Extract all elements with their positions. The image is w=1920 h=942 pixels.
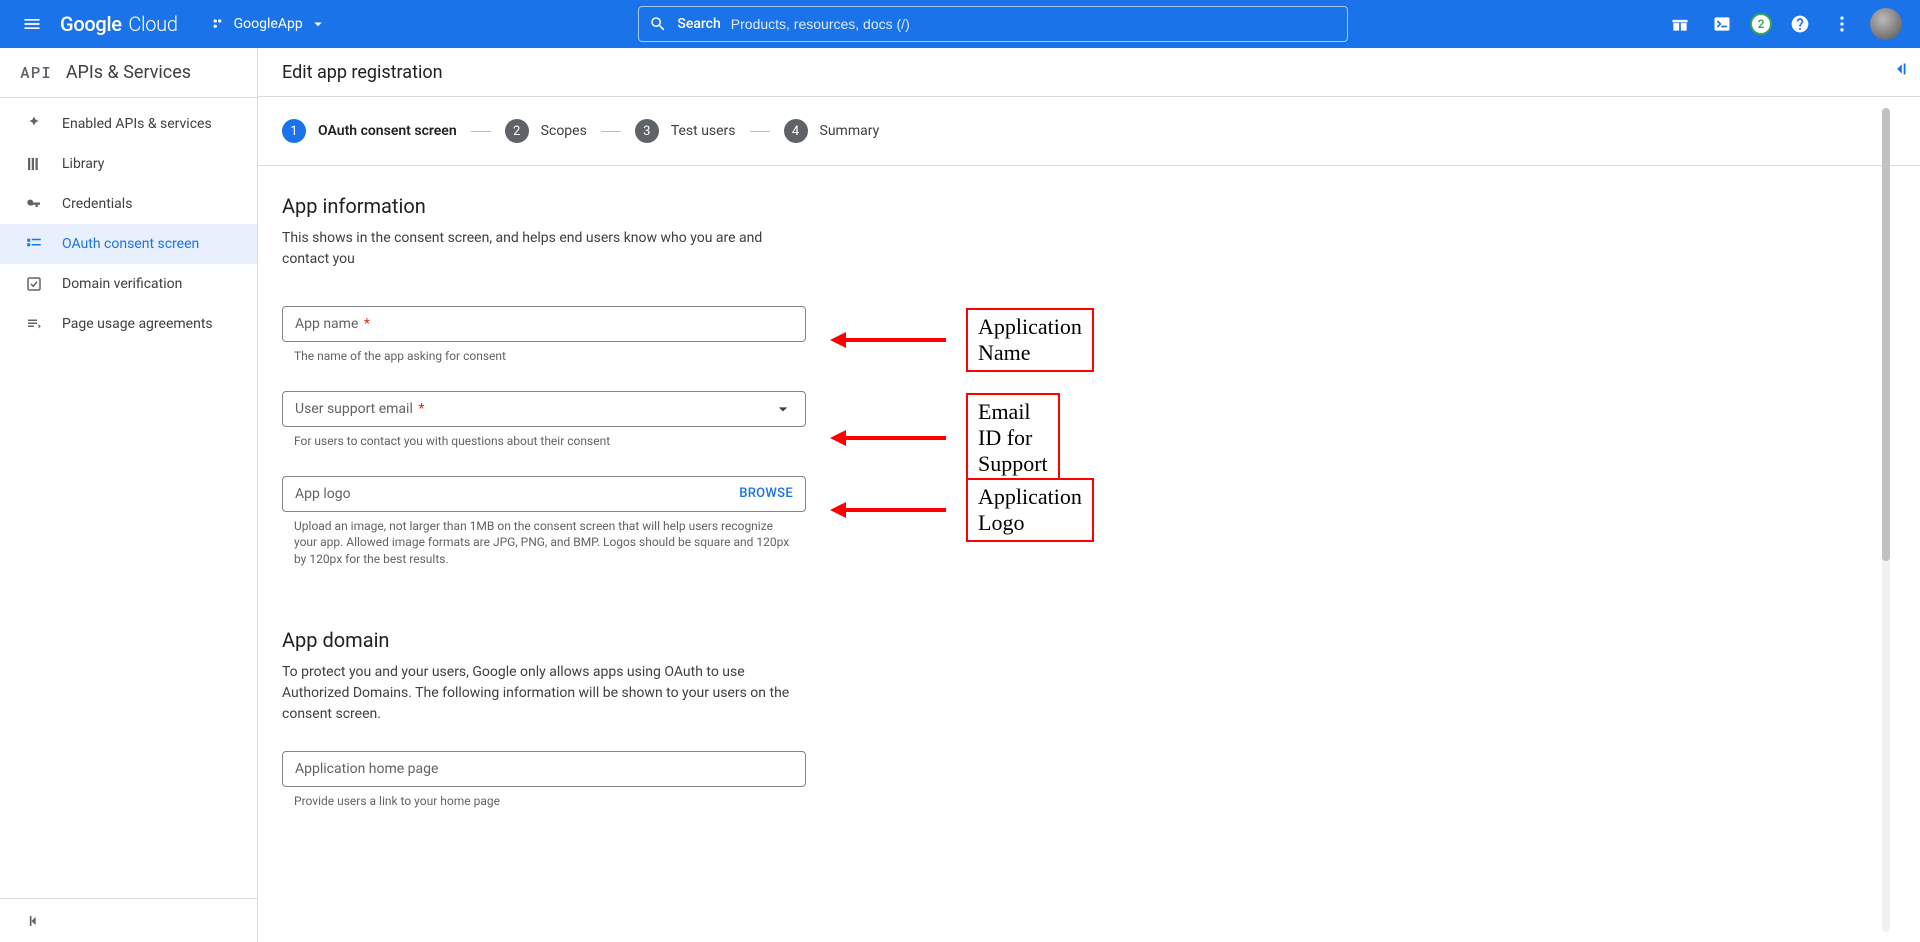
- step-number: 4: [784, 119, 808, 143]
- app-domain-desc: To protect you and your users, Google on…: [282, 662, 792, 725]
- step-summary[interactable]: 4 Summary: [784, 119, 880, 143]
- sidebar-item-library[interactable]: Library: [0, 144, 257, 184]
- browse-button[interactable]: BROWSE: [739, 486, 793, 501]
- sidebar-header: API APIs & Services: [0, 48, 257, 98]
- sidebar-collapse[interactable]: [0, 898, 257, 942]
- sidebar-item-label: Page usage agreements: [62, 316, 213, 332]
- step-number: 2: [505, 119, 529, 143]
- step-number: 1: [282, 119, 306, 143]
- key-icon: [25, 195, 43, 213]
- notifications-badge[interactable]: 2: [1750, 13, 1772, 35]
- step-label: OAuth consent screen: [318, 123, 457, 139]
- app-logo-label: App logo: [295, 486, 739, 502]
- dropdown-icon: [309, 15, 327, 33]
- scrollbar-thumb[interactable]: [1882, 108, 1890, 561]
- app-name-label: App name: [295, 316, 358, 332]
- stepper: 1 OAuth consent screen 2 Scopes 3 Test u…: [258, 97, 1920, 166]
- annotation-support-email: Email ID for Support: [966, 393, 1060, 483]
- logo-text-cloud: Cloud: [128, 12, 177, 36]
- step-separator: [471, 131, 491, 132]
- sidebar-item-label: Library: [62, 156, 104, 172]
- project-picker[interactable]: GoogleApp: [204, 11, 333, 37]
- page-title: Edit app registration: [282, 62, 443, 83]
- gcloud-logo[interactable]: Google Cloud: [60, 12, 178, 36]
- sidebar-item-credentials[interactable]: Credentials: [0, 184, 257, 224]
- help-icon: [1790, 14, 1810, 34]
- agreements-icon: [25, 315, 43, 333]
- sidebar: API APIs & Services Enabled APIs & servi…: [0, 48, 258, 942]
- support-email-select[interactable]: User support email *: [282, 391, 806, 427]
- gift-button[interactable]: [1666, 10, 1694, 38]
- annotation-app-name: Application Name: [966, 308, 1094, 372]
- annotation-arrow: [830, 502, 946, 518]
- cloud-shell-icon: [1712, 14, 1732, 34]
- support-email-help: For users to contact you with questions …: [282, 433, 792, 450]
- sidebar-item-label: Enabled APIs & services: [62, 116, 212, 132]
- step-scopes[interactable]: 2 Scopes: [505, 119, 587, 143]
- chevron-left-bar-icon: [1889, 58, 1911, 80]
- sidebar-item-enabled-apis[interactable]: Enabled APIs & services: [0, 104, 257, 144]
- step-test-users[interactable]: 3 Test users: [635, 119, 736, 143]
- panel-collapse-right[interactable]: [1880, 58, 1920, 80]
- app-logo-help: Upload an image, not larger than 1MB on …: [282, 518, 792, 568]
- menu-button[interactable]: [12, 4, 52, 44]
- step-separator: [750, 131, 770, 132]
- search-icon: [649, 15, 667, 33]
- support-email-label: User support email: [295, 401, 413, 417]
- sidebar-title: APIs & Services: [66, 62, 191, 83]
- step-oauth-consent[interactable]: 1 OAuth consent screen: [282, 119, 457, 143]
- dropdown-icon: [773, 399, 793, 419]
- api-mark: API: [20, 62, 52, 83]
- step-label: Summary: [820, 123, 880, 139]
- home-page-input[interactable]: Application home page: [282, 751, 806, 787]
- help-button[interactable]: [1786, 10, 1814, 38]
- annotation-arrow: [830, 332, 946, 348]
- app-name-input[interactable]: App name *: [282, 306, 806, 342]
- project-icon: [210, 15, 228, 33]
- project-name: GoogleApp: [234, 16, 303, 32]
- sidebar-item-oauth-consent[interactable]: OAuth consent screen: [0, 224, 257, 264]
- app-domain-heading: App domain: [282, 628, 806, 652]
- more-vert-icon: [1832, 14, 1852, 34]
- app-info-desc: This shows in the consent screen, and he…: [282, 228, 792, 270]
- library-icon: [25, 155, 43, 173]
- sidebar-item-label: OAuth consent screen: [62, 236, 199, 252]
- sidebar-item-page-usage[interactable]: Page usage agreements: [0, 304, 257, 344]
- sidebar-item-domain-verification[interactable]: Domain verification: [0, 264, 257, 304]
- home-page-label: Application home page: [295, 761, 793, 777]
- annotation-app-logo: Application Logo: [966, 478, 1094, 542]
- logo-text-google: Google: [60, 12, 122, 36]
- sidebar-item-label: Credentials: [62, 196, 132, 212]
- top-header: Google Cloud GoogleApp Search 2: [0, 0, 1920, 48]
- sidebar-item-label: Domain verification: [62, 276, 182, 292]
- home-page-help: Provide users a link to your home page: [282, 793, 792, 810]
- app-info-heading: App information: [282, 194, 806, 218]
- step-number: 3: [635, 119, 659, 143]
- console-button[interactable]: [1708, 10, 1736, 38]
- account-avatar[interactable]: [1870, 8, 1902, 40]
- hamburger-icon: [22, 14, 42, 34]
- app-logo-input[interactable]: App logo BROWSE: [282, 476, 806, 512]
- search-input[interactable]: [731, 16, 1338, 32]
- step-label: Scopes: [541, 123, 587, 139]
- page-header: Edit app registration: [258, 48, 1920, 97]
- enabled-apis-icon: [25, 115, 43, 133]
- search-label: Search: [677, 16, 720, 32]
- more-button[interactable]: [1828, 10, 1856, 38]
- step-separator: [601, 131, 621, 132]
- annotation-arrow: [830, 430, 946, 446]
- scrollbar[interactable]: [1882, 108, 1890, 932]
- verified-icon: [25, 275, 43, 293]
- consent-icon: [25, 235, 43, 253]
- chevron-left-icon: [24, 911, 44, 931]
- step-label: Test users: [671, 123, 736, 139]
- global-search[interactable]: Search: [638, 6, 1348, 42]
- app-name-help: The name of the app asking for consent: [282, 348, 792, 365]
- gift-icon: [1670, 14, 1690, 34]
